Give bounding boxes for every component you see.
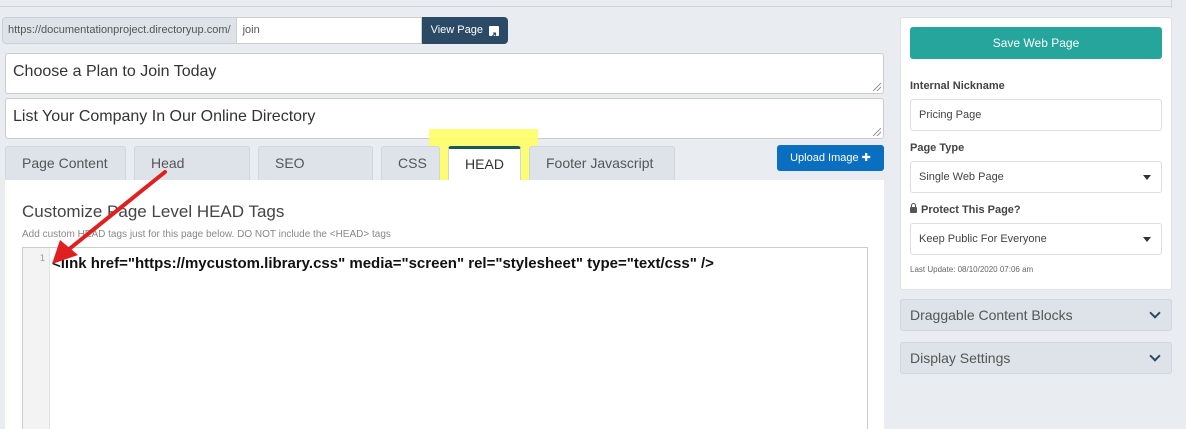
resize-grip-icon[interactable] xyxy=(873,83,881,91)
upload-image-label: Upload Image xyxy=(790,152,859,164)
chevron-down-icon xyxy=(1149,350,1161,362)
caret-down-icon xyxy=(1143,237,1151,242)
chevron-down-icon xyxy=(1149,307,1161,319)
save-web-page-button[interactable]: Save Web Page xyxy=(910,27,1162,59)
top-divider xyxy=(0,6,1172,7)
page-type-select[interactable]: Single Web Page xyxy=(910,161,1162,193)
lock-icon xyxy=(910,203,917,213)
resize-grip-icon[interactable] xyxy=(873,128,881,136)
page-subtitle-text: List Your Company In Our Online Director… xyxy=(13,108,316,125)
display-settings-label: Display Settings xyxy=(910,350,1011,366)
protect-label: Protect This Page? xyxy=(921,204,1021,216)
protect-select[interactable]: Keep Public For Everyone xyxy=(910,223,1162,255)
draggable-blocks-section[interactable]: Draggable Content Blocks xyxy=(900,299,1172,331)
tab-css[interactable]: CSS xyxy=(381,146,440,180)
view-page-label: View Page xyxy=(430,24,483,36)
tab-bar: Page Content Head Section SEO Settings C… xyxy=(5,146,683,204)
draggable-blocks-label: Draggable Content Blocks xyxy=(910,307,1073,323)
page-title-field[interactable]: Choose a Plan to Join Today xyxy=(5,53,884,94)
right-divider xyxy=(1171,0,1172,8)
head-tags-panel: Customize Page Level HEAD Tags Add custo… xyxy=(5,180,884,429)
url-prefix: https://documentationproject.directoryup… xyxy=(2,17,237,44)
url-row: https://documentationproject.directoryup… xyxy=(2,17,508,50)
tab-page-content[interactable]: Page Content xyxy=(5,146,126,180)
code-editor[interactable]: 1 <link href="https://mycustom.library.c… xyxy=(22,247,868,429)
view-page-button[interactable]: View Page xyxy=(421,17,508,50)
external-link-icon xyxy=(488,23,499,50)
tab-seo-settings[interactable]: SEO Settings xyxy=(258,146,373,204)
panel-title: Customize Page Level HEAD Tags xyxy=(22,202,285,221)
protect-label-row: Protect This Page? xyxy=(910,203,1021,216)
nickname-label: Internal Nickname xyxy=(910,80,1005,92)
page-title-text: Choose a Plan to Join Today xyxy=(13,63,217,80)
panel-help-text: Add custom HEAD tags just for this page … xyxy=(22,229,391,240)
page-type-label: Page Type xyxy=(910,142,965,154)
caret-down-icon xyxy=(1143,175,1151,180)
settings-sidebar: Save Web Page Internal Nickname Pricing … xyxy=(900,17,1172,290)
plus-icon: ✚ xyxy=(861,152,871,164)
line-gutter: 1 xyxy=(23,248,50,429)
url-slug-input[interactable]: join xyxy=(236,17,422,44)
tab-head[interactable]: HEAD xyxy=(448,146,521,180)
upload-image-button[interactable]: Upload Image ✚ xyxy=(777,145,884,171)
nickname-input[interactable]: Pricing Page xyxy=(910,99,1162,131)
tab-head-section[interactable]: Head Section xyxy=(134,146,250,204)
page-type-value: Single Web Page xyxy=(919,171,1004,183)
line-number: 1 xyxy=(39,254,45,264)
display-settings-section[interactable]: Display Settings xyxy=(900,342,1172,374)
protect-value: Keep Public For Everyone xyxy=(919,233,1047,245)
tab-footer-javascript[interactable]: Footer Javascript xyxy=(529,146,675,180)
code-line[interactable]: <link href="https://mycustom.library.css… xyxy=(52,255,714,272)
last-update-text: Last Update: 08/10/2020 07:06 am xyxy=(910,265,1034,274)
